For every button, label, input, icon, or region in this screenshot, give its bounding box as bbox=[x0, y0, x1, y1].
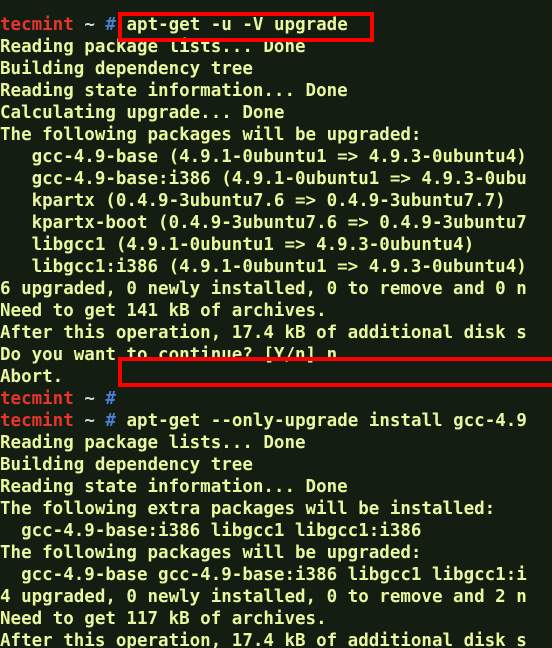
terminal-output-line: 4 upgraded, 0 newly installed, 0 to remo… bbox=[0, 586, 552, 608]
terminal-output-line: Reading state information... Done bbox=[0, 80, 552, 102]
terminal-output-text: Reading package lists... Done bbox=[0, 37, 306, 57]
terminal-output-text: Need to get 141 kB of archives. bbox=[0, 301, 327, 321]
terminal-output-text: gcc-4.9-base gcc-4.9-base:i386 libgcc1 l… bbox=[0, 565, 527, 585]
terminal-output-line: kpartx-boot (0.4.9-3ubuntu7.6 => 0.4.9-3… bbox=[0, 212, 552, 234]
terminal-output-line: 6 upgraded, 0 newly installed, 0 to remo… bbox=[0, 278, 552, 300]
terminal-output-line: Need to get 141 kB of archives. bbox=[0, 300, 552, 322]
terminal-output-text: After this operation, 17.4 kB of additio… bbox=[0, 631, 527, 648]
terminal-output-line: Reading package lists... Done bbox=[0, 432, 552, 454]
terminal-output-line: After this operation, 17.4 kB of additio… bbox=[0, 630, 552, 648]
terminal-screen[interactable]: tecmint ~ # apt-get -u -V upgrade Reading… bbox=[0, 14, 552, 648]
terminal-output-line: gcc-4.9-base gcc-4.9-base:i386 libgcc1 l… bbox=[0, 564, 552, 586]
terminal-output-line: Need to get 117 kB of archives. bbox=[0, 608, 552, 630]
terminal-output-line: Building dependency tree bbox=[0, 454, 552, 476]
terminal-output-text: Do you want to continue? [Y/n] n bbox=[0, 345, 338, 365]
prompt-path: ~ bbox=[84, 411, 95, 431]
terminal-output-text: The following extra packages will be ins… bbox=[0, 499, 496, 519]
terminal-output-line: The following packages will be upgraded: bbox=[0, 124, 552, 146]
terminal-output-text: Reading state information... Done bbox=[0, 81, 348, 101]
terminal-output-line: The following extra packages will be ins… bbox=[0, 498, 552, 520]
terminal-output-text: After this operation, 17.4 kB of additio… bbox=[0, 323, 527, 343]
terminal-output-line: libgcc1:i386 (4.9.1-0ubuntu1 => 4.9.3-0u… bbox=[0, 256, 552, 278]
terminal-output-text: 4 upgraded, 0 newly installed, 0 to remo… bbox=[0, 587, 527, 607]
terminal-output-line: Reading state information... Done bbox=[0, 476, 552, 498]
prompt-path: ~ bbox=[84, 389, 95, 409]
terminal-output-text: gcc-4.9-base:i386 libgcc1 libgcc1:i386 bbox=[0, 521, 422, 541]
terminal-output-text: libgcc1 (4.9.1-0ubuntu1 => 4.9.3-0ubuntu… bbox=[0, 235, 475, 255]
terminal-output-text: Reading package lists... Done bbox=[0, 433, 306, 453]
terminal-output-text: The following packages will be upgraded: bbox=[0, 543, 422, 563]
terminal-output-text: The following packages will be upgraded: bbox=[0, 125, 422, 145]
terminal-output-text: libgcc1:i386 (4.9.1-0ubuntu1 => 4.9.3-0u… bbox=[0, 257, 527, 277]
terminal-output-line: Building dependency tree bbox=[0, 58, 552, 80]
terminal-output-line: Calculating upgrade... Done bbox=[0, 102, 552, 124]
terminal-prompt-line: tecmint ~ # apt-get -u -V upgrade bbox=[0, 14, 552, 36]
terminal-output-line: Reading package lists... Done bbox=[0, 36, 552, 58]
terminal-output-text: gcc-4.9-base (4.9.1-0ubuntu1 => 4.9.3-0u… bbox=[0, 147, 527, 167]
terminal-output-line: After this operation, 17.4 kB of additio… bbox=[0, 322, 552, 344]
terminal-output-line: kpartx (0.4.9-3ubuntu7.6 => 0.4.9-3ubunt… bbox=[0, 190, 552, 212]
terminal-prompt-line: tecmint ~ # bbox=[0, 388, 552, 410]
terminal-output-line: Do you want to continue? [Y/n] n bbox=[0, 344, 552, 366]
terminal-output-text: Calculating upgrade... Done bbox=[0, 103, 285, 123]
terminal-output-line: libgcc1 (4.9.1-0ubuntu1 => 4.9.3-0ubuntu… bbox=[0, 234, 552, 256]
prompt-path: ~ bbox=[84, 15, 95, 35]
terminal-output-text: Reading state information... Done bbox=[0, 477, 348, 497]
terminal-output-line: The following packages will be upgraded: bbox=[0, 542, 552, 564]
prompt-symbol: # bbox=[105, 15, 116, 35]
terminal-output-line: gcc-4.9-base:i386 (4.9.1-0ubuntu1 => 4.9… bbox=[0, 168, 552, 190]
terminal-output-line: gcc-4.9-base:i386 libgcc1 libgcc1:i386 bbox=[0, 520, 552, 542]
terminal-output-line: gcc-4.9-base (4.9.1-0ubuntu1 => 4.9.3-0u… bbox=[0, 146, 552, 168]
prompt-hostname: tecmint bbox=[0, 389, 74, 409]
terminal-output-line: Abort. bbox=[0, 366, 552, 388]
prompt-hostname: tecmint bbox=[0, 15, 74, 35]
prompt-symbol: # bbox=[105, 411, 116, 431]
terminal-output-text: Need to get 117 kB of archives. bbox=[0, 609, 327, 629]
terminal-command[interactable]: apt-get --only-upgrade install gcc-4.9 bbox=[127, 411, 527, 431]
terminal-output-text: Building dependency tree bbox=[0, 455, 253, 475]
prompt-hostname: tecmint bbox=[0, 411, 74, 431]
terminal-output-text: 6 upgraded, 0 newly installed, 0 to remo… bbox=[0, 279, 527, 299]
terminal-output-text: kpartx-boot (0.4.9-3ubuntu7.6 => 0.4.9-3… bbox=[0, 213, 527, 233]
terminal-command[interactable]: apt-get -u -V upgrade bbox=[127, 15, 348, 35]
prompt-symbol: # bbox=[105, 389, 116, 409]
terminal-prompt-line: tecmint ~ # apt-get --only-upgrade insta… bbox=[0, 410, 552, 432]
terminal-output-text: kpartx (0.4.9-3ubuntu7.6 => 0.4.9-3ubunt… bbox=[0, 191, 506, 211]
terminal-output-text: Building dependency tree bbox=[0, 59, 253, 79]
terminal-output-text: Abort. bbox=[0, 367, 64, 387]
terminal-output-text: gcc-4.9-base:i386 (4.9.1-0ubuntu1 => 4.9… bbox=[0, 169, 527, 189]
terminal-window[interactable]: tecmint ~ # apt-get -u -V upgrade Reading… bbox=[0, 0, 552, 648]
